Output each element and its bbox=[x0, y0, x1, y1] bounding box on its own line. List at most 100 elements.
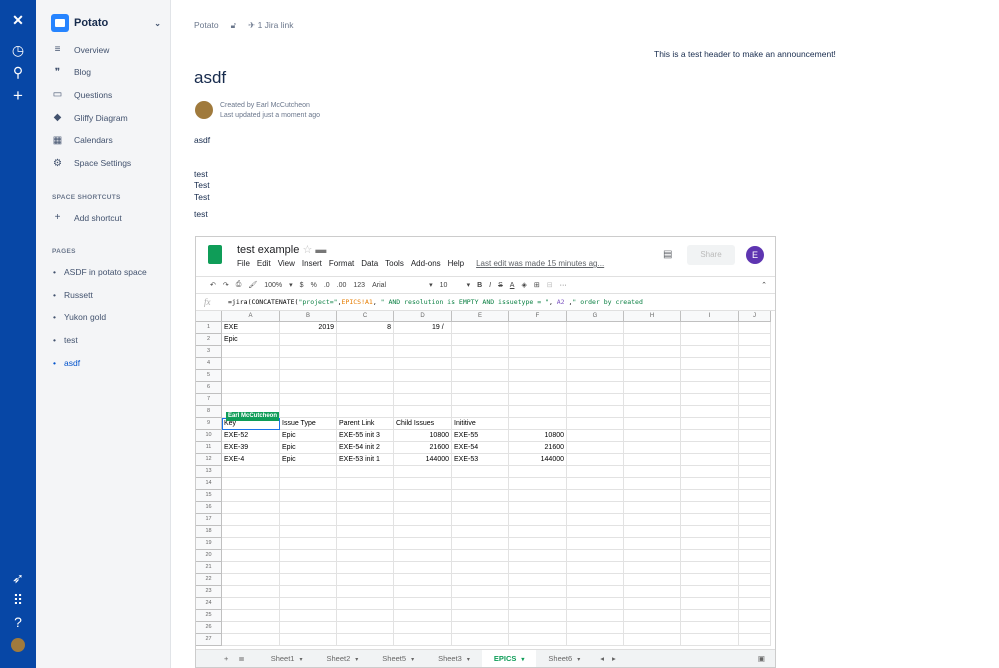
cell[interactable] bbox=[337, 538, 394, 550]
sheet-tab[interactable]: Sheet1 ▾ bbox=[259, 650, 315, 668]
menu-data[interactable]: Data bbox=[361, 259, 378, 268]
cell[interactable] bbox=[739, 538, 771, 550]
cell[interactable] bbox=[394, 538, 452, 550]
cell[interactable] bbox=[739, 382, 771, 394]
cell[interactable] bbox=[509, 418, 567, 430]
cell[interactable] bbox=[337, 382, 394, 394]
cell[interactable] bbox=[681, 478, 739, 490]
cell[interactable] bbox=[509, 610, 567, 622]
cell[interactable]: 10800 bbox=[509, 430, 567, 442]
sidebar-item-questions[interactable]: ▭ Questions bbox=[51, 89, 113, 100]
cell[interactable] bbox=[681, 562, 739, 574]
column-header[interactable]: J bbox=[739, 311, 771, 322]
app-switcher-icon[interactable]: ⠿ bbox=[0, 592, 36, 609]
row-header[interactable]: 18 bbox=[196, 526, 222, 538]
cell[interactable] bbox=[681, 610, 739, 622]
cell[interactable] bbox=[452, 574, 509, 586]
cell[interactable] bbox=[681, 406, 739, 418]
menu-help[interactable]: Help bbox=[448, 259, 464, 268]
cell[interactable] bbox=[452, 346, 509, 358]
cell[interactable]: Child Issues bbox=[394, 418, 452, 430]
cell[interactable] bbox=[739, 622, 771, 634]
italic-icon[interactable]: I bbox=[489, 282, 491, 289]
cell[interactable]: EXE-53 init 1 bbox=[337, 454, 394, 466]
menu-insert[interactable]: Insert bbox=[302, 259, 322, 268]
cell[interactable] bbox=[739, 550, 771, 562]
cell[interactable] bbox=[624, 478, 681, 490]
scroll-right-icon[interactable]: ▸ bbox=[612, 654, 616, 663]
merge-icon[interactable]: ⊟ bbox=[547, 281, 553, 289]
create-icon[interactable]: + bbox=[0, 86, 36, 106]
cell[interactable] bbox=[509, 598, 567, 610]
cell[interactable] bbox=[681, 370, 739, 382]
cell[interactable] bbox=[509, 514, 567, 526]
cell[interactable] bbox=[567, 334, 624, 346]
corner-cell[interactable] bbox=[196, 311, 222, 322]
cell[interactable]: 21600 bbox=[509, 442, 567, 454]
cell[interactable] bbox=[280, 358, 337, 370]
cell[interactable] bbox=[567, 478, 624, 490]
sidebar-item-blog[interactable]: ❞ Blog bbox=[51, 67, 91, 78]
row-header[interactable]: 19 bbox=[196, 538, 222, 550]
cell[interactable] bbox=[337, 598, 394, 610]
cell[interactable] bbox=[452, 502, 509, 514]
row-header[interactable]: 17 bbox=[196, 514, 222, 526]
cell[interactable] bbox=[739, 454, 771, 466]
cell[interactable] bbox=[280, 586, 337, 598]
row-header[interactable]: 25 bbox=[196, 610, 222, 622]
cell[interactable] bbox=[452, 490, 509, 502]
all-sheets-icon[interactable]: ≣ bbox=[238, 654, 258, 663]
cell[interactable] bbox=[222, 478, 280, 490]
cell[interactable] bbox=[567, 418, 624, 430]
cell[interactable] bbox=[681, 430, 739, 442]
cell[interactable]: 10800 bbox=[394, 430, 452, 442]
cell[interactable] bbox=[624, 538, 681, 550]
cell[interactable] bbox=[681, 466, 739, 478]
cell[interactable] bbox=[509, 574, 567, 586]
cell[interactable] bbox=[509, 634, 567, 646]
sidebar-item-overview[interactable]: ≡ Overview bbox=[51, 44, 110, 55]
cell[interactable] bbox=[452, 526, 509, 538]
chevron-down-icon[interactable]: ▾ bbox=[577, 657, 580, 663]
cell[interactable] bbox=[280, 634, 337, 646]
cell[interactable] bbox=[452, 586, 509, 598]
cell[interactable] bbox=[452, 514, 509, 526]
cell[interactable] bbox=[681, 418, 739, 430]
user-avatar[interactable]: E bbox=[746, 246, 764, 264]
cell[interactable] bbox=[452, 478, 509, 490]
cell[interactable] bbox=[509, 550, 567, 562]
cell[interactable] bbox=[337, 358, 394, 370]
more-icon[interactable]: ··· bbox=[560, 282, 567, 289]
cell[interactable] bbox=[739, 406, 771, 418]
cell[interactable] bbox=[222, 346, 280, 358]
cell[interactable] bbox=[337, 370, 394, 382]
column-header[interactable]: A bbox=[222, 311, 280, 322]
cell[interactable] bbox=[452, 394, 509, 406]
cell[interactable] bbox=[567, 526, 624, 538]
cell[interactable] bbox=[280, 478, 337, 490]
cell[interactable] bbox=[567, 358, 624, 370]
page-tree-item[interactable]: Russett bbox=[53, 290, 93, 300]
cell[interactable]: 19 / bbox=[394, 322, 452, 334]
row-header[interactable]: 20 bbox=[196, 550, 222, 562]
cell[interactable]: EXE-53 bbox=[452, 454, 509, 466]
menu-view[interactable]: View bbox=[278, 259, 295, 268]
cell[interactable] bbox=[394, 478, 452, 490]
cell[interactable] bbox=[624, 526, 681, 538]
cell[interactable] bbox=[624, 382, 681, 394]
cell[interactable] bbox=[337, 514, 394, 526]
text-color-icon[interactable]: A bbox=[510, 282, 515, 289]
cell[interactable] bbox=[624, 334, 681, 346]
cell[interactable] bbox=[452, 322, 509, 334]
explore-icon[interactable]: ▣ bbox=[758, 654, 765, 663]
row-header[interactable]: 16 bbox=[196, 502, 222, 514]
cell[interactable] bbox=[509, 394, 567, 406]
cell[interactable]: EXE-55 init 3 bbox=[337, 430, 394, 442]
cell[interactable] bbox=[681, 502, 739, 514]
cell[interactable] bbox=[337, 586, 394, 598]
cell[interactable] bbox=[681, 490, 739, 502]
cell[interactable] bbox=[509, 526, 567, 538]
cell[interactable] bbox=[280, 550, 337, 562]
borders-icon[interactable]: ⊞ bbox=[534, 281, 540, 289]
increase-decimal-button[interactable]: .00 bbox=[337, 282, 347, 289]
